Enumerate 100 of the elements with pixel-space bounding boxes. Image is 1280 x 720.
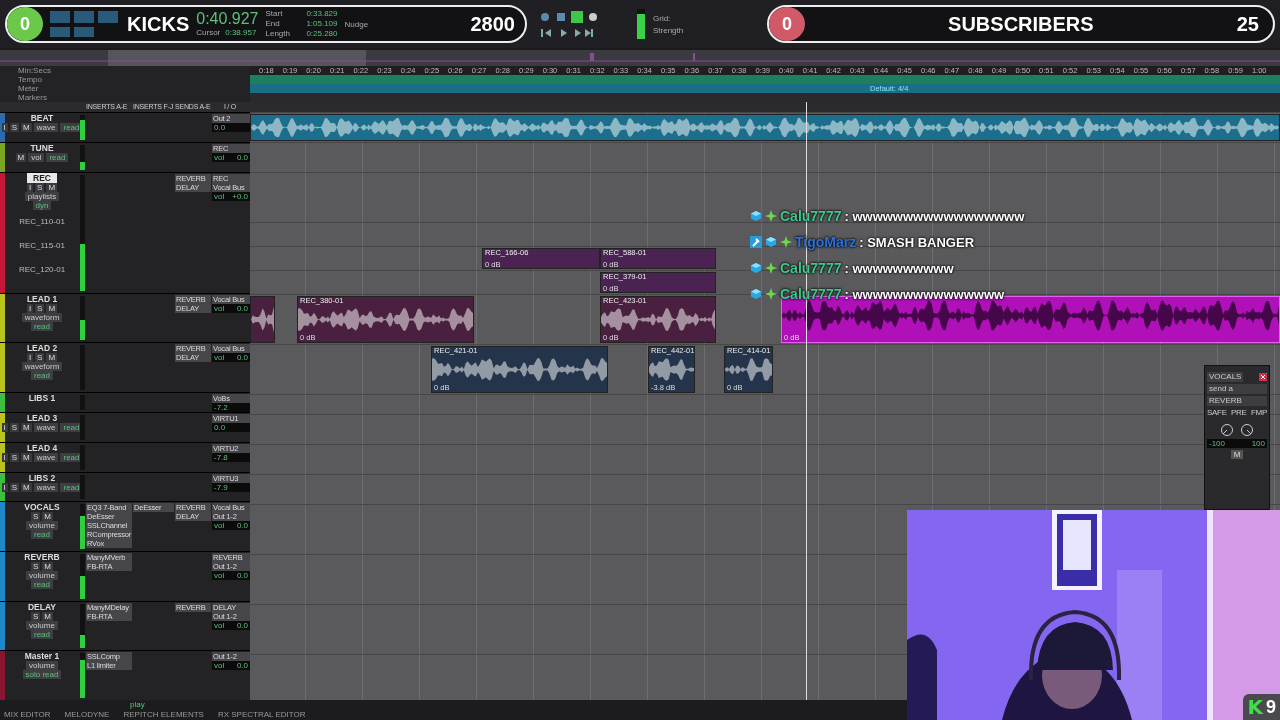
track-toggle[interactable]: M [46, 182, 58, 192]
track-selector[interactable]: VOCALS [1207, 372, 1244, 382]
view-dropdown[interactable]: waveform [21, 312, 63, 322]
track-toggle[interactable]: I [1, 452, 8, 462]
cube-icon [750, 210, 762, 222]
track-name[interactable]: DELAY [22, 601, 62, 612]
view-dropdown[interactable]: wave [33, 123, 59, 132]
track-toggle[interactable]: M [42, 611, 53, 621]
track-toggle[interactable]: I [26, 182, 34, 192]
track-name[interactable]: VOCALS [18, 502, 66, 513]
close-icon[interactable] [1259, 373, 1267, 381]
audio-clip[interactable] [250, 296, 275, 343]
chat-message: : SMASH BANGER [859, 234, 975, 250]
track-toggle[interactable]: S [35, 353, 45, 363]
volume-value: 0.0 [236, 661, 248, 671]
track-meter [80, 603, 85, 649]
track-name[interactable]: LIBS 2 [22, 472, 62, 483]
track-toggle[interactable]: S [9, 482, 20, 492]
track-toggle[interactable]: S [31, 562, 41, 571]
nudge-label: Nudge [344, 19, 369, 29]
track-name[interactable]: REC [27, 172, 57, 183]
track-toggle[interactable]: I [1, 422, 8, 432]
track-name[interactable]: BEAT [24, 113, 60, 123]
track-toggle[interactable]: S [9, 422, 20, 432]
level-meter [637, 9, 645, 39]
track-toggle[interactable]: I [26, 353, 34, 363]
volume-value: -7.8 [214, 452, 228, 462]
track-toggle[interactable]: M [21, 422, 32, 432]
automation-dropdown[interactable]: read [31, 629, 53, 639]
cube-icon [750, 262, 762, 274]
cube-icon [750, 288, 762, 300]
track-toggle[interactable]: M [21, 482, 32, 492]
track-toggle[interactable]: S [31, 611, 41, 621]
volume-value: 0.0 [236, 152, 248, 162]
track-toggle[interactable]: I [1, 482, 8, 492]
view-dropdown[interactable]: wave [33, 482, 59, 492]
sparkle-icon [780, 236, 792, 248]
chat-message: : wwwwwwwwww [844, 260, 954, 276]
automation-dropdown[interactable]: solo read [22, 670, 62, 680]
send-flag[interactable]: PRE [1231, 408, 1247, 417]
playlist-name: REC_115-01 [19, 241, 65, 251]
view-dropdown[interactable]: volume [26, 521, 58, 531]
mute-button[interactable]: M [1231, 450, 1243, 459]
track-toggle[interactable]: M [42, 562, 53, 571]
window-tab[interactable]: REPITCH ELEMENTS [123, 710, 204, 720]
automation-dropdown[interactable]: read [31, 530, 53, 540]
send-flag[interactable]: SAFE [1207, 408, 1227, 417]
send-flag[interactable]: FMP [1251, 408, 1267, 417]
main-counter: 0:40.927 [196, 10, 259, 28]
volume-label: vol [214, 303, 225, 313]
track-toggle[interactable]: S [35, 303, 45, 313]
track-name[interactable]: Master 1 [18, 651, 66, 662]
view-dropdown[interactable]: volume [26, 571, 58, 580]
track-meter [80, 504, 85, 549]
bus-selector[interactable]: REVERB [1207, 396, 1267, 406]
edit-tools-icon[interactable] [50, 9, 120, 39]
track-toggle[interactable]: M [15, 152, 27, 162]
track-name[interactable]: LEAD 2 [20, 343, 64, 354]
overlay-title: KICKS [127, 12, 190, 36]
track-toggle[interactable]: S [35, 182, 45, 192]
view-dropdown[interactable]: volume [26, 661, 58, 671]
track-meter [80, 653, 85, 698]
view-dropdown[interactable]: playlists [24, 191, 60, 201]
view-dropdown[interactable]: waveform [21, 362, 63, 372]
track-name[interactable]: TUNE [24, 142, 60, 153]
track-meter [80, 554, 85, 599]
volume-label: vol [214, 152, 225, 162]
view-dropdown[interactable]: volume [26, 620, 58, 630]
view-dropdown[interactable]: wave [33, 452, 59, 462]
track-name[interactable]: LEAD 3 [20, 412, 64, 423]
automation-dropdown[interactable]: read [31, 371, 53, 381]
track-meter [80, 295, 85, 341]
volume-label: vol [214, 620, 225, 630]
automation-dropdown[interactable]: read [31, 321, 53, 331]
track-toggle[interactable]: M [46, 303, 58, 313]
track-meter [80, 414, 85, 440]
window-tab[interactable]: MELODYNE [64, 710, 110, 720]
track-toggle[interactable]: M [21, 123, 32, 132]
automation-dropdown[interactable]: read [46, 152, 69, 162]
view-dropdown[interactable]: vol [28, 152, 45, 162]
track-name[interactable]: LEAD 4 [20, 442, 64, 453]
volume-value: +0.0 [232, 191, 248, 201]
track-toggle[interactable]: I [1, 123, 8, 132]
selection-label: End [265, 19, 280, 29]
automation-dropdown[interactable]: dyn [32, 200, 52, 210]
track-toggle[interactable]: S [9, 123, 20, 132]
track-name[interactable]: REVERB [18, 552, 66, 562]
automation-dropdown[interactable]: read [31, 580, 53, 589]
send-selector[interactable]: send a [1207, 384, 1267, 394]
track-name[interactable]: LEAD 1 [20, 293, 64, 304]
view-dropdown[interactable]: wave [33, 422, 59, 432]
track-name[interactable]: LIBS 1 [22, 393, 62, 404]
track-toggle[interactable]: I [26, 303, 34, 313]
track-toggle[interactable]: M [42, 512, 53, 522]
window-tab[interactable]: MIX EDITOR [4, 710, 51, 720]
track-toggle[interactable]: M [21, 452, 32, 462]
track-toggle[interactable]: S [9, 452, 20, 462]
window-tab[interactable]: RX SPECTRAL EDITOR [217, 710, 306, 720]
track-toggle[interactable]: S [31, 512, 41, 522]
track-toggle[interactable]: M [46, 353, 58, 363]
